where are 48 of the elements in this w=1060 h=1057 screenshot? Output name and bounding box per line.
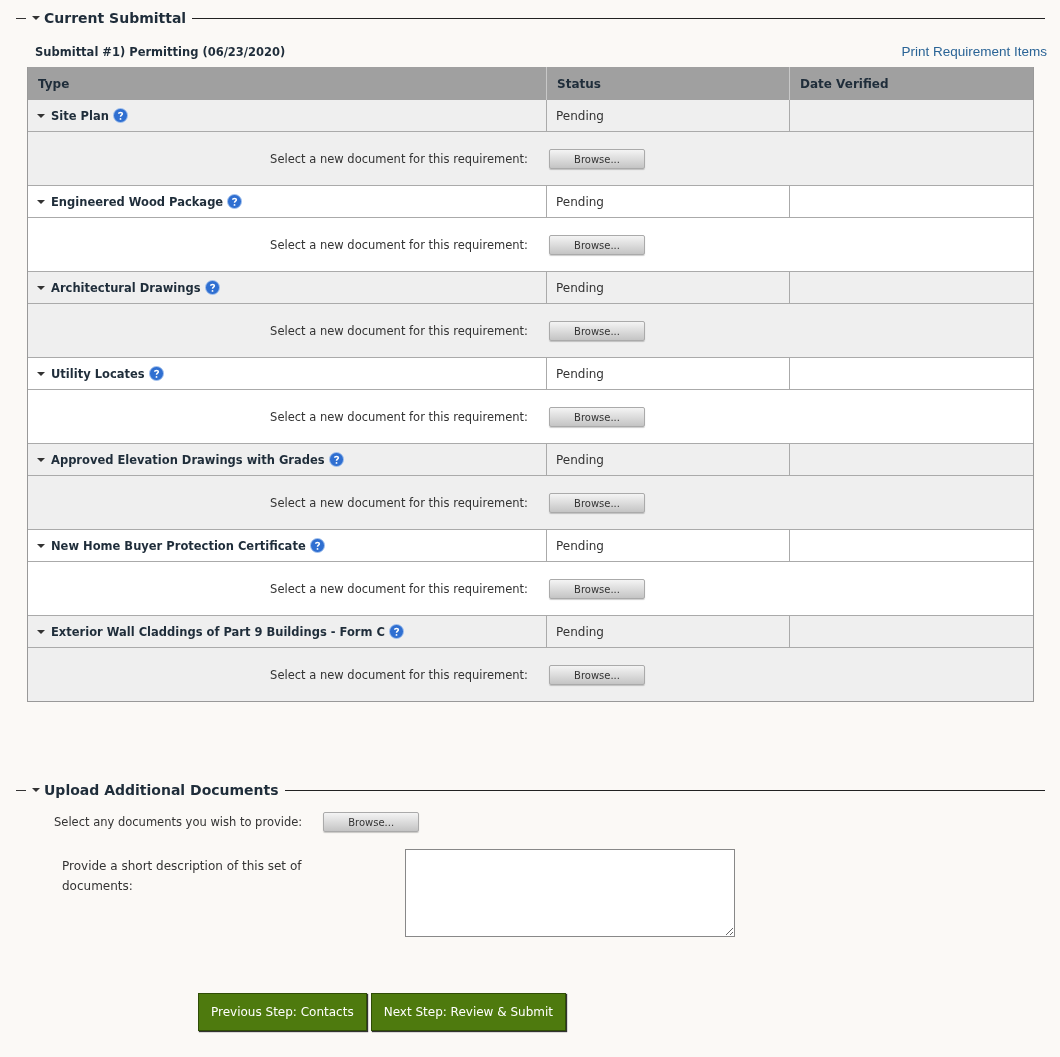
help-icon[interactable]	[112, 108, 128, 123]
upload-label: Select a new document for this requirement:	[270, 237, 529, 252]
upload-label: Select a new document for this requirement:	[270, 495, 529, 510]
status-text: Pending	[556, 366, 604, 381]
browse-button[interactable]: Browse...	[549, 665, 645, 686]
requirement-toggle[interactable]: New Home Buyer Protection Certificate	[37, 538, 306, 553]
requirement-toggle[interactable]: Approved Elevation Drawings with Grades	[37, 452, 325, 467]
column-header: Date Verified	[789, 67, 1033, 100]
help-icon[interactable]	[148, 366, 164, 381]
column-header: Status	[546, 67, 789, 100]
upload-label: Select a new document for this requirement:	[270, 409, 529, 424]
browse-button[interactable]: Browse...	[549, 579, 645, 600]
requirement-toggle[interactable]: Site Plan	[37, 108, 109, 123]
section-toggle[interactable]: Upload Additional Documents	[32, 782, 279, 798]
column-header: Type	[28, 67, 546, 100]
status-text: Pending	[556, 624, 604, 639]
browse-button[interactable]: Browse...	[549, 235, 645, 256]
description-field[interactable]	[405, 849, 735, 937]
browse-button[interactable]: Browse...	[549, 149, 645, 170]
browse-button[interactable]: Browse...	[549, 407, 645, 428]
step-button[interactable]: Previous Step: Contacts	[198, 993, 367, 1031]
browse-button[interactable]: Browse...	[549, 493, 645, 514]
help-icon[interactable]	[328, 452, 344, 467]
status-text: Pending	[556, 452, 604, 467]
upload-label: Select any documents you wish to provide:	[54, 815, 303, 829]
help-icon[interactable]	[309, 538, 325, 553]
upload-label: Select a new document for this requirement:	[270, 581, 529, 596]
browse-button[interactable]: Browse...	[549, 321, 645, 342]
requirement-toggle[interactable]: Utility Locates	[37, 366, 145, 381]
upload-label: Select a new document for this requirement:	[270, 323, 529, 338]
help-icon[interactable]	[227, 194, 243, 209]
browse-button[interactable]: Browse...	[323, 812, 420, 832]
status-text: Pending	[556, 280, 604, 295]
status-text: Pending	[556, 108, 604, 123]
step-button[interactable]: Next Step: Review & Submit	[370, 993, 566, 1031]
help-icon[interactable]	[388, 624, 404, 639]
description-label: Provide a short description of this set of documents:	[62, 858, 303, 895]
upload-label: Select a new document for this requirement:	[270, 667, 529, 682]
help-icon[interactable]	[204, 280, 220, 295]
submittal-title: Submittal #1) Permitting (06/23/2020)	[35, 45, 286, 59]
status-text: Pending	[556, 194, 604, 209]
requirement-toggle[interactable]: Engineered Wood Package	[37, 194, 224, 209]
requirement-toggle[interactable]: Exterior Wall Claddings of Part 9 Buildings - Form C	[37, 624, 385, 639]
upload-label: Select a new document for this requirement:	[270, 151, 529, 166]
requirement-toggle[interactable]: Architectural Drawings	[37, 280, 201, 295]
print-link[interactable]: Print Requirement Items	[901, 44, 1047, 59]
status-text: Pending	[556, 538, 604, 553]
section-toggle[interactable]: Current Submittal	[32, 10, 187, 26]
